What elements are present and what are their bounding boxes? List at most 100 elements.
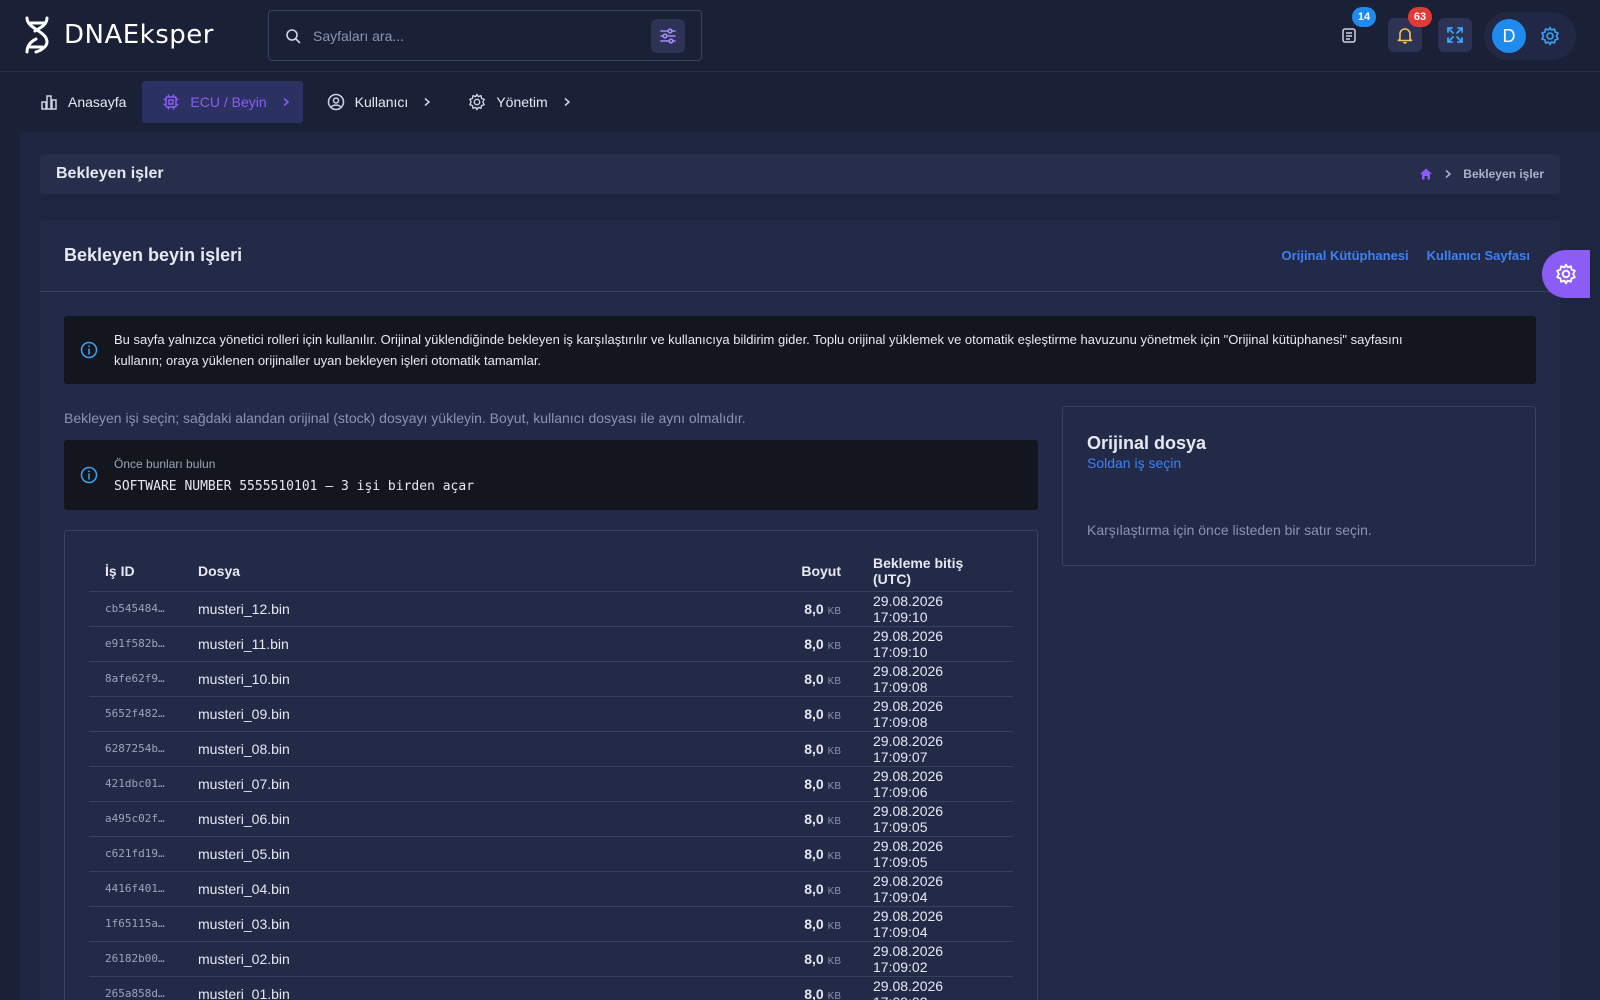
file-name-cell: musteri_03.bin — [182, 906, 747, 942]
notes-button[interactable]: 14 — [1332, 7, 1376, 52]
size-unit: KB — [827, 710, 841, 722]
deadline-cell: 29.08.2026 17:09:08 — [857, 661, 1013, 697]
original-library-link[interactable]: Orijinal Kütüphanesi — [1282, 248, 1409, 263]
table-row[interactable]: 5652f482… musteri_09.bin 8,0 KB 29.08.2026 1… — [89, 696, 1013, 732]
search-filter-button[interactable] — [651, 18, 685, 53]
table-row[interactable]: cb545484… musteri_12.bin 8,0 KB 29.08.2026 1… — [89, 591, 1013, 627]
size-unit: KB — [827, 920, 841, 932]
user-page-link[interactable]: Kullanıcı Sayfası — [1427, 248, 1530, 263]
expand-icon — [1445, 25, 1465, 45]
job-id-cell: 8afe62f9… — [89, 661, 182, 697]
file-name-cell: musteri_08.bin — [182, 731, 747, 767]
size-cell: 8,0 KB — [747, 871, 857, 907]
deadline-cell: 29.08.2026 17:09:02 — [857, 941, 1013, 977]
gear-icon — [468, 93, 486, 111]
table-header-row: İş ID Dosya Boyut Bekleme bitiş (UTC) — [89, 551, 1013, 592]
table-row[interactable]: 421dbc01… musteri_07.bin 8,0 KB 29.08.2026 1… — [89, 766, 1013, 802]
nav-item-anasayfa[interactable]: Anasayfa — [20, 81, 138, 123]
file-name-cell: musteri_06.bin — [182, 801, 747, 837]
job-id-cell: c621fd19… — [89, 836, 182, 872]
alert-line: Bu sayfa yalnızca yönetici rolleri için … — [114, 332, 1403, 347]
alert-line: kullanın; oraya yüklenen orijinaller uya… — [114, 353, 542, 368]
card-title: Bekleyen beyin işleri — [64, 245, 243, 265]
info-icon — [80, 341, 98, 359]
job-id-cell: 6287254b… — [89, 731, 182, 767]
size-value: 8,0 — [804, 985, 824, 1000]
table-row[interactable]: 8afe62f9… musteri_10.bin 8,0 KB 29.08.2026 1… — [89, 661, 1013, 697]
job-id-cell: cb545484… — [89, 591, 182, 627]
size-value: 8,0 — [804, 740, 824, 757]
nav-item-kullanici[interactable]: Kullanıcı — [307, 81, 445, 123]
gear-icon — [1555, 263, 1577, 285]
table-row[interactable]: e91f582b… musteri_11.bin 8,0 KB 29.08.2026 1… — [89, 626, 1013, 662]
column-header-size[interactable]: Boyut — [747, 551, 857, 592]
job-id-cell: 1f65115a… — [89, 906, 182, 942]
size-unit: KB — [827, 675, 841, 687]
table-row[interactable]: 26182b00… musteri_02.bin 8,0 KB 29.08.2026 1… — [89, 941, 1013, 977]
column-header-file[interactable]: Dosya — [182, 551, 747, 592]
chip-icon — [162, 93, 180, 111]
settings-fab[interactable] — [1542, 250, 1590, 298]
chevron-right-icon — [1443, 169, 1453, 179]
avatar[interactable]: D — [1492, 19, 1526, 53]
size-cell: 8,0 KB — [747, 731, 857, 767]
size-cell: 8,0 KB — [747, 976, 857, 1000]
size-unit: KB — [827, 850, 841, 862]
table-row[interactable]: 4416f401… musteri_04.bin 8,0 KB 29.08.2026 1… — [89, 871, 1013, 907]
notifications-button[interactable]: 63 — [1388, 7, 1432, 52]
file-name-cell: musteri_09.bin — [182, 696, 747, 732]
find-label: Önce bunları bulun — [114, 456, 216, 471]
table-row[interactable]: 6287254b… musteri_08.bin 8,0 KB 29.08.2026 1… — [89, 731, 1013, 767]
original-panel-title: Orijinal dosya — [1087, 433, 1207, 453]
nav-item-yonetim[interactable]: Yönetim — [448, 81, 583, 123]
card-header: Bekleyen beyin işleri Orijinal Kütüphane… — [40, 220, 1560, 292]
file-name-cell: musteri_11.bin — [182, 626, 747, 662]
home-icon[interactable] — [1419, 167, 1433, 181]
job-id-cell: e91f582b… — [89, 626, 182, 662]
notifications-badge: 63 — [1408, 7, 1432, 27]
job-id-cell: 4416f401… — [89, 871, 182, 907]
nav-item-ecu[interactable]: ECU / Beyin — [142, 81, 303, 123]
size-value: 8,0 — [804, 950, 824, 967]
size-value: 8,0 — [804, 810, 824, 827]
breadcrumb: Bekleyen işler — [1419, 167, 1544, 181]
page-header: Bekleyen işler Bekleyen işler — [40, 154, 1560, 194]
table-row[interactable]: 1f65115a… musteri_03.bin 8,0 KB 29.08.2026 1… — [89, 906, 1013, 942]
search-input[interactable] — [313, 27, 651, 44]
gear-icon[interactable] — [1540, 26, 1560, 46]
deadline-cell: 29.08.2026 17:09:04 — [857, 906, 1013, 942]
job-id-cell: 26182b00… — [89, 941, 182, 977]
file-name-cell: musteri_05.bin — [182, 836, 747, 872]
size-cell: 8,0 KB — [747, 801, 857, 837]
job-id-cell: a495c02f… — [89, 801, 182, 837]
size-value: 8,0 — [804, 670, 824, 687]
size-unit: KB — [827, 780, 841, 792]
nav-item-label: Yönetim — [496, 94, 548, 110]
size-unit: KB — [827, 955, 841, 967]
find-text: Önce bunları bulun SOFTWARE NUMBER 55555… — [114, 457, 474, 494]
top-bar: DNAEksper 14 63 — [0, 0, 1600, 72]
find-first-box: Önce bunları bulun SOFTWARE NUMBER 55555… — [64, 440, 1038, 510]
size-unit: KB — [827, 605, 841, 617]
table-row[interactable]: a495c02f… musteri_06.bin 8,0 KB 29.08.2026 1… — [89, 801, 1013, 837]
size-unit: KB — [827, 885, 841, 897]
size-value: 8,0 — [804, 915, 824, 932]
table-row[interactable]: c621fd19… musteri_05.bin 8,0 KB 29.08.2026 1… — [89, 836, 1013, 872]
table-row[interactable]: 265a858d…musteri_01.bin8,0KB29.08.2026 1… — [89, 976, 1013, 1000]
deadline-cell: 29.08.2026 17:09:06 — [857, 766, 1013, 802]
column-header-id[interactable]: İş ID — [89, 551, 182, 592]
file-name-cell: musteri_10.bin — [182, 661, 747, 697]
user-menu[interactable]: D — [1484, 12, 1576, 60]
fullscreen-button[interactable] — [1438, 18, 1472, 52]
main-nav: Anasayfa ECU / Beyin Kullanıcı Yönetim — [20, 72, 1600, 132]
column-header-deadline[interactable]: Bekleme bitiş (UTC) — [857, 551, 1013, 592]
breadcrumb-current: Bekleyen işler — [1463, 167, 1544, 181]
instruction-text: Bekleyen işi seçin; sağdaki alandan orij… — [64, 410, 746, 426]
page-title: Bekleyen işler — [56, 165, 164, 182]
deadline-cell: 29.08.2026 17:09:05 — [857, 801, 1013, 837]
user-icon — [327, 93, 345, 111]
deadline-cell: 29.08.2026 17:09:08 — [857, 696, 1013, 732]
dna-icon — [22, 15, 52, 55]
brand-logo[interactable]: DNAEksper — [22, 12, 214, 58]
file-name-cell: musteri_07.bin — [182, 766, 747, 802]
